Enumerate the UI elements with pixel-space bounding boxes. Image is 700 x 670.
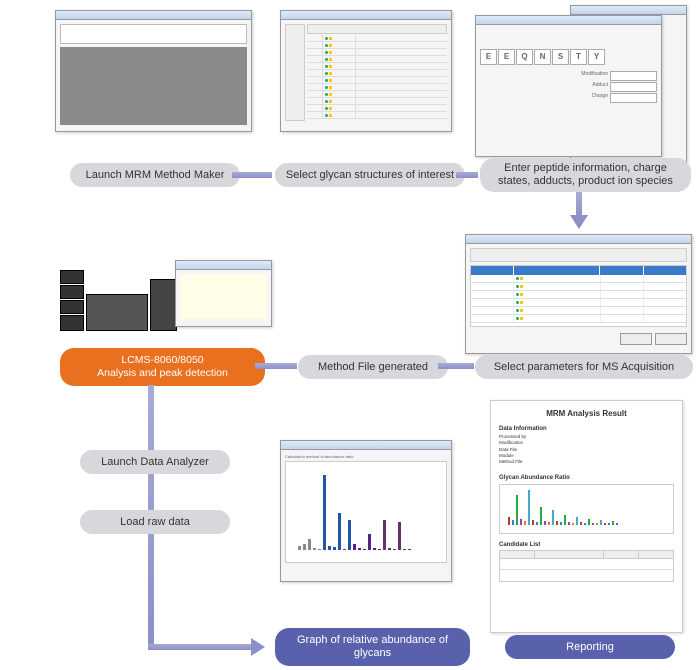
report-panel: MRM Analysis Result Data Information Pro… <box>490 400 683 633</box>
arrow-3-4 <box>576 192 582 217</box>
arrow-branch-h <box>148 644 253 650</box>
step-peptide-info: Enter peptide information, charge states… <box>480 158 691 192</box>
step-method-file: Method File generated <box>298 355 448 379</box>
report-sec1: Data Information <box>499 426 674 432</box>
instrument-screen <box>175 260 272 327</box>
report-sec2: Glycan Abundance Ratio <box>499 475 674 481</box>
step-graph-abundance: Graph of relative abundance of glycans <box>275 628 470 666</box>
step-reporting: Reporting <box>505 635 675 659</box>
report-title: MRM Analysis Result <box>499 409 674 418</box>
screenshot-peptide-info-front: document.write(['E','E','Q','N','S','T',… <box>475 15 662 157</box>
step-launch-analyzer: Launch Data Analyzer <box>80 450 230 474</box>
arrow-branch-head <box>251 638 265 656</box>
step-select-glycan: Select glycan structures of interest <box>275 163 465 187</box>
step-ms-acquisition: Select parameters for MS Acquisition <box>475 355 693 379</box>
screenshot-abundance-chart: Calculation method of abundance ratio do… <box>280 440 452 582</box>
step-load-raw: Load raw data <box>80 510 230 534</box>
screenshot-glycan-select: document.write(Array(12).fill('<div styl… <box>280 10 452 132</box>
step-launch-mrm: Launch MRM Method Maker <box>70 163 240 187</box>
arrow-4-5 <box>438 363 474 369</box>
arrow-2-3 <box>456 172 478 178</box>
report-sec3: Candidate List <box>499 542 674 548</box>
step-lcms-analysis: LCMS-8060/8050 Analysis and peak detecti… <box>60 348 265 386</box>
arrow-5-6 <box>255 363 297 369</box>
screenshot-ms-params: document.write(Array(6).fill('<div style… <box>465 234 692 354</box>
arrow-3-4-head <box>570 215 588 229</box>
instrument-lcms <box>60 270 180 331</box>
screenshot-mrm-maker <box>55 10 252 132</box>
arrow-1-2 <box>232 172 272 178</box>
